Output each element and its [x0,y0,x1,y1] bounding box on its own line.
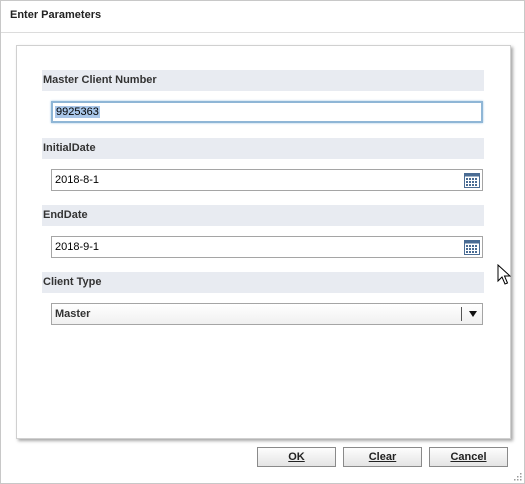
end-date-label: EndDate [42,205,484,226]
end-date-input[interactable]: 2018-9-1 [51,236,483,258]
dialog-title: Enter Parameters [10,9,102,21]
initial-date-input[interactable]: 2018-8-1 [51,169,483,191]
resize-grip-icon[interactable] [512,471,522,481]
enter-parameters-dialog: Enter Parameters Master Client Number 99… [0,0,525,484]
master-client-number-label: Master Client Number [42,70,484,91]
calendar-icon[interactable] [464,239,480,255]
clear-button[interactable]: Clear [343,447,422,467]
ok-button[interactable]: OK [257,447,336,467]
dropdown-arrow-icon[interactable] [469,311,477,317]
initial-date-value: 2018-8-1 [55,174,100,186]
calendar-icon[interactable] [464,172,480,188]
initial-date-label: InitialDate [42,138,484,159]
client-type-selected: Master [55,308,91,320]
select-divider [461,307,462,321]
end-date-value: 2018-9-1 [55,241,100,253]
title-divider [1,32,524,33]
master-client-number-input[interactable]: 9925363 [51,101,483,123]
mouse-cursor-icon [497,264,511,285]
client-type-select[interactable]: Master [51,303,483,325]
client-type-label: Client Type [42,272,484,293]
cancel-button[interactable]: Cancel [429,447,508,467]
master-client-number-value: 9925363 [55,106,100,118]
